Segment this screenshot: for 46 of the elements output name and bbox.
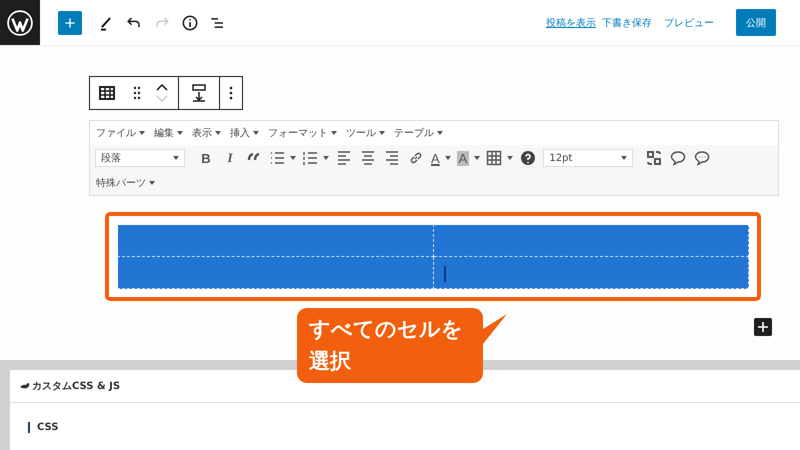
dropdown-caret-icon[interactable] [444,156,451,160]
dropdown-field[interactable]: 12pt [543,149,634,167]
italic-button[interactable]: I [227,150,233,166]
text-color-button[interactable]: A [431,150,440,166]
panel-title: カスタムCSS & JS [32,380,120,393]
table-cell[interactable] [118,224,433,256]
dropdown-caret-icon[interactable] [507,156,514,160]
table-cell[interactable] [118,256,433,288]
bullet-list-icon[interactable] [269,150,285,166]
callout-text: すべてのセルを選択 [309,316,464,374]
header-link[interactable]: 投稿を表示 [546,16,596,30]
menu-item[interactable]: 表示 [192,126,221,140]
wordpress-logo[interactable] [0,0,40,45]
chat-icon[interactable] [694,150,710,166]
align-icon[interactable] [336,150,352,166]
help-icon[interactable] [520,150,536,166]
header-link[interactable]: プレビュー [664,16,714,30]
dropdown-caret-icon[interactable] [474,156,480,160]
puzzle-icon[interactable] [646,150,662,166]
move-up-icon[interactable] [156,84,168,91]
align-icon[interactable] [360,150,376,166]
menu-item[interactable]: ツール [346,126,385,140]
plus-icon [757,321,769,333]
add-block-button[interactable] [754,318,772,336]
highlight-color-button[interactable]: A [456,150,470,166]
publish-button[interactable]: 公開 [736,9,776,36]
table-cell[interactable] [433,224,748,256]
menu-item[interactable]: フォーマット [268,126,337,140]
header-link[interactable]: 下書き保存 [602,16,652,30]
dropdown-caret-icon[interactable] [323,156,329,160]
section-label: CSS [28,422,58,433]
table-cell[interactable] [433,256,748,288]
menu-item[interactable]: 特殊パーツ [96,176,155,190]
numbered-list-icon[interactable] [302,150,318,166]
menu-item[interactable]: ファイル [96,126,145,140]
speech-bubble-icon[interactable] [670,150,686,166]
menu-item[interactable]: テーブル [394,126,443,140]
dropdown-field[interactable]: 段落 [95,149,185,167]
link-icon[interactable] [408,150,424,166]
menu-item[interactable]: 編集 [154,126,183,140]
dropdown-caret-icon[interactable] [290,156,296,160]
bird-icon [20,382,30,390]
table-icon[interactable] [486,150,502,166]
align-icon[interactable] [384,150,400,166]
bold-button[interactable]: B [201,150,211,166]
menu-item[interactable]: 挿入 [230,126,259,140]
